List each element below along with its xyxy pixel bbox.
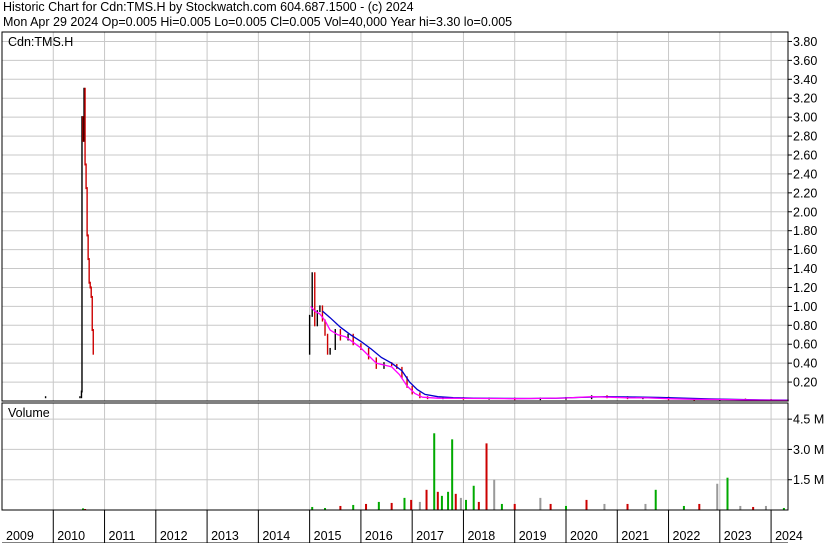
volume-bar xyxy=(603,503,606,510)
price-grid xyxy=(2,32,788,401)
year-tick-label: 2009 xyxy=(6,529,34,543)
volume-bar xyxy=(654,489,657,510)
volume-bar xyxy=(454,493,457,510)
year-tick-label: 2011 xyxy=(109,529,136,543)
volume-axis-labels: 4.5 M 3.0 M 1.5 M xyxy=(788,413,824,487)
price-axis-labels: 3.80 3.60 3.40 3.20 3.00 2.80 2.60 2.40 2.20 2.00… xyxy=(788,35,817,390)
volume-tick-label: 4.5 M xyxy=(793,413,824,427)
year-tick-label: 2023 xyxy=(724,529,752,543)
moving-average-slow xyxy=(322,310,789,401)
price-tick-label: 0.20 xyxy=(793,376,817,390)
volume-bar xyxy=(698,503,701,510)
year-tick-label: 2021 xyxy=(621,529,649,543)
price-tick-label: 1.60 xyxy=(793,243,817,257)
price-tick-label: 3.80 xyxy=(793,35,817,49)
volume-bar xyxy=(726,477,729,510)
chart-canvas: 3.80 3.60 3.40 3.20 3.00 2.80 2.60 2.40 2.20 2.00… xyxy=(1,31,824,543)
volume-bars xyxy=(82,433,785,510)
volume-bar xyxy=(418,501,421,510)
price-tick-label: 0.80 xyxy=(793,319,817,333)
price-tick-label: 1.80 xyxy=(793,224,817,238)
volume-bar xyxy=(451,439,454,510)
volume-bar xyxy=(564,505,567,510)
price-marks xyxy=(44,87,789,402)
price-tick-label: 3.40 xyxy=(793,73,817,87)
volume-bar xyxy=(377,501,380,510)
year-tick-label: 2018 xyxy=(467,529,495,543)
volume-bar xyxy=(585,499,588,510)
volume-bar xyxy=(436,491,439,510)
volume-bar xyxy=(739,505,742,510)
volume-bar xyxy=(682,505,685,510)
price-tick-label: 1.00 xyxy=(793,300,817,314)
price-tick-label: 2.20 xyxy=(793,186,817,200)
price-tick-label: 3.60 xyxy=(793,54,817,68)
moving-average-fast xyxy=(310,305,789,402)
year-tick-label: 2012 xyxy=(160,529,188,543)
year-tick-label: 2010 xyxy=(57,529,85,543)
price-panel-title: Cdn:TMS.H xyxy=(8,35,73,49)
price-tick-label: 2.60 xyxy=(793,149,817,163)
year-tick-label: 2014 xyxy=(262,529,290,543)
volume-bar xyxy=(500,503,503,510)
year-tick-label: 2013 xyxy=(211,529,239,543)
year-tick-label: 2017 xyxy=(416,529,444,543)
price-tick-label: 1.40 xyxy=(793,262,817,276)
volume-bar xyxy=(539,497,542,510)
volume-bar xyxy=(403,497,406,510)
volume-bar xyxy=(493,479,496,510)
year-tick-label: 2024 xyxy=(775,529,803,543)
volume-bar xyxy=(459,497,462,510)
volume-bar xyxy=(425,489,428,510)
year-tick-label: 2022 xyxy=(673,529,701,543)
volume-bar xyxy=(410,499,413,510)
volume-bar xyxy=(465,499,468,510)
year-axis-labels: 2009 2010 2011 2012 2013 2014 2015 2016 2017 2018… xyxy=(2,510,803,543)
volume-bar xyxy=(764,505,767,510)
price-panel-frame xyxy=(1,31,789,402)
price-tick-label: 0.60 xyxy=(793,338,817,352)
volume-bar xyxy=(472,485,475,510)
price-tick-label: 2.00 xyxy=(793,205,817,219)
volume-tick-label: 1.5 M xyxy=(793,473,824,487)
volume-bar xyxy=(485,443,488,510)
price-tick-label: 1.20 xyxy=(793,281,817,295)
volume-bar xyxy=(513,503,516,510)
volume-bar xyxy=(447,491,450,510)
price-tick-label: 3.20 xyxy=(793,92,817,106)
volume-panel-title: Volume xyxy=(8,406,50,420)
year-tick-label: 2020 xyxy=(570,529,598,543)
volume-bar xyxy=(626,503,629,510)
volume-tick-label: 3.0 M xyxy=(793,443,824,457)
year-tick-label: 2015 xyxy=(314,529,342,543)
year-tick-label: 2016 xyxy=(365,529,393,543)
price-tick-label: 3.00 xyxy=(793,111,817,125)
volume-bar xyxy=(339,505,342,510)
volume-bar xyxy=(352,504,355,510)
volume-bar xyxy=(477,501,480,510)
volume-bar xyxy=(390,502,393,510)
volume-bar xyxy=(440,495,443,510)
year-tick-label: 2019 xyxy=(519,529,547,543)
price-tick-label: 2.40 xyxy=(793,167,817,181)
volume-bar xyxy=(644,503,647,510)
volume-grid xyxy=(2,403,788,510)
volume-bar xyxy=(716,483,719,510)
price-tick-label: 0.40 xyxy=(793,357,817,371)
volume-bar xyxy=(365,503,368,510)
volume-bar xyxy=(433,433,436,510)
volume-bar xyxy=(549,503,552,510)
price-tick-label: 2.80 xyxy=(793,130,817,144)
